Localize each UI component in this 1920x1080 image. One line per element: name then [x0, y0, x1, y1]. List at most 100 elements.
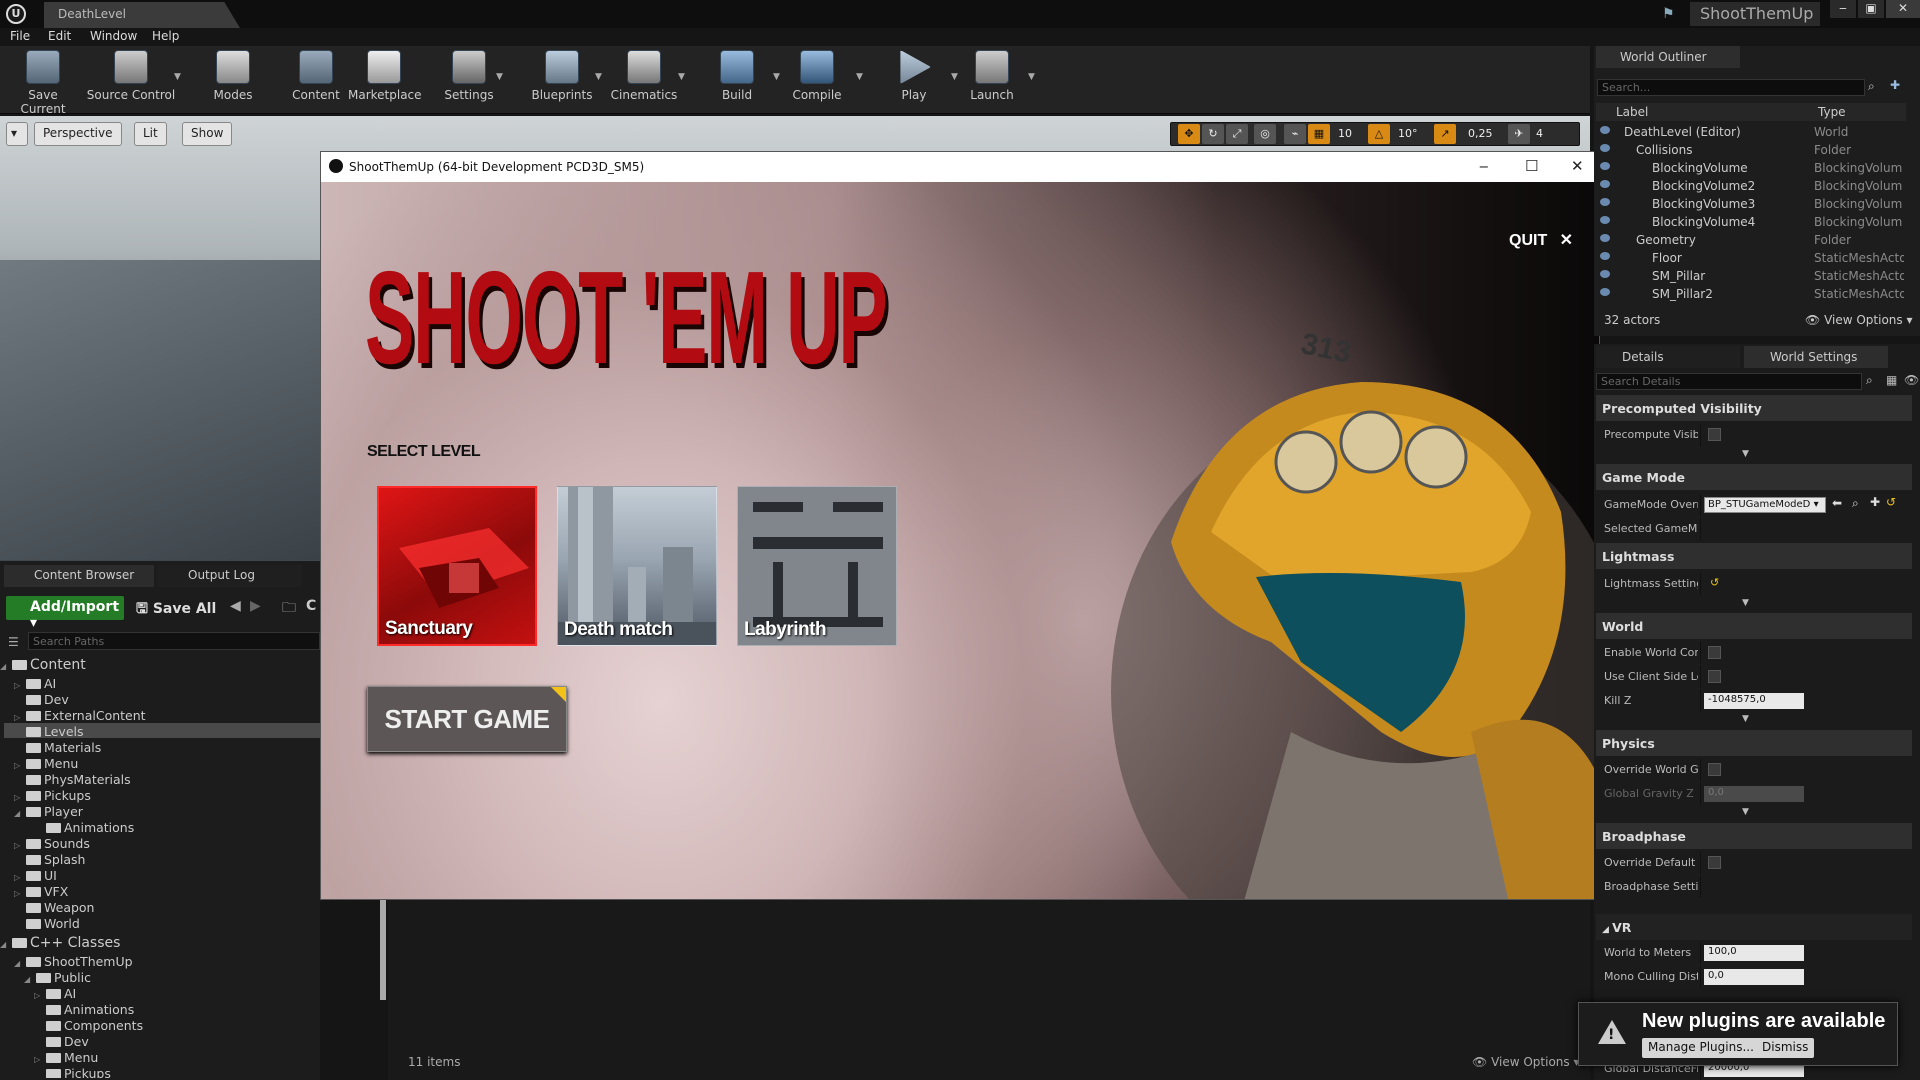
- close-button[interactable]: ✕: [1886, 0, 1920, 18]
- tree-folder-ai[interactable]: ▷ AI: [0, 676, 320, 692]
- rotation-snap-icon[interactable]: △: [1368, 124, 1390, 144]
- build-dropdown-icon[interactable]: ▼: [773, 72, 780, 82]
- global-gravity-z-input[interactable]: 0,0: [1704, 786, 1804, 802]
- section-world[interactable]: World: [1596, 613, 1912, 639]
- tree-cpp-animations[interactable]: Animations: [0, 1002, 320, 1018]
- game-close-button[interactable]: ✕: [1571, 157, 1584, 175]
- visibility-eye-icon[interactable]: [1600, 252, 1610, 260]
- search-paths-input[interactable]: Search Paths: [28, 632, 320, 650]
- quit-button[interactable]: QUIT ✕: [1509, 230, 1573, 250]
- level-card-sanctuary[interactable]: Sanctuary: [377, 486, 537, 646]
- tree-folder-materials[interactable]: Materials: [0, 740, 320, 756]
- outliner-row[interactable]: DeathLevel (Editor) World: [1596, 124, 1906, 142]
- scale-tool-icon[interactable]: ⤢: [1226, 124, 1248, 144]
- folder-path-icon[interactable]: 🗀: [282, 597, 296, 621]
- tree-folder-physmaterials[interactable]: PhysMaterials: [0, 772, 320, 788]
- tree-folder-animations[interactable]: Animations: [0, 820, 320, 836]
- tree-folder-splash[interactable]: Splash: [0, 852, 320, 868]
- visibility-eye-icon[interactable]: [1600, 180, 1610, 188]
- modes-button[interactable]: Modes: [204, 50, 262, 108]
- blueprints-dropdown-icon[interactable]: ▼: [595, 72, 602, 82]
- settings-dropdown-icon[interactable]: ▼: [496, 72, 503, 82]
- tree-cpp-ai[interactable]: ▷ AI: [0, 986, 320, 1002]
- grid-snap-icon[interactable]: ▦: [1308, 124, 1330, 144]
- outliner-row[interactable]: BlockingVolume4 BlockingVolum: [1596, 214, 1906, 232]
- reset-arrow-icon[interactable]: ↺: [1886, 495, 1896, 509]
- tab-world-settings[interactable]: World Settings: [1744, 346, 1888, 368]
- property-matrix-icon[interactable]: ▦: [1886, 373, 1897, 387]
- mono-culling-input[interactable]: 0,0: [1704, 969, 1804, 985]
- world-to-meters-input[interactable]: 100,0: [1704, 945, 1804, 961]
- outliner-row[interactable]: Floor StaticMeshActo: [1596, 250, 1906, 268]
- tree-folder-weapon[interactable]: Weapon: [0, 900, 320, 916]
- compile-button[interactable]: Compile: [790, 50, 844, 108]
- kill-z-input[interactable]: -1048575,0: [1704, 693, 1804, 709]
- translate-tool-icon[interactable]: ✥: [1178, 124, 1200, 144]
- tree-folder-externalcontent[interactable]: ▷ ExternalContent: [0, 708, 320, 724]
- forward-arrow-icon[interactable]: ▶: [250, 598, 261, 614]
- cinematics-dropdown-icon[interactable]: ▼: [678, 72, 685, 82]
- add-import-button[interactable]: Add/Import ▾: [6, 596, 124, 631]
- play-button[interactable]: Play: [888, 50, 940, 108]
- lit-button[interactable]: Lit: [134, 122, 167, 146]
- tab-details[interactable]: Details: [1596, 346, 1740, 368]
- tree-folder-sounds[interactable]: ▷ Sounds: [0, 836, 320, 852]
- tree-folder-vfx[interactable]: ▷ VFX: [0, 884, 320, 900]
- expand-arrow-icon[interactable]: ▼: [1742, 598, 1749, 608]
- outliner-search-input[interactable]: Search...: [1597, 79, 1865, 96]
- source-control-dropdown-icon[interactable]: ▼: [174, 72, 181, 82]
- back-arrow-icon[interactable]: ⬅: [1832, 496, 1842, 510]
- use-client-side-checkbox[interactable]: [1708, 670, 1721, 683]
- tree-folder-player[interactable]: ◢ Player: [0, 804, 320, 820]
- source-control-button[interactable]: Source Control: [86, 50, 176, 108]
- enable-world-composition-checkbox[interactable]: [1708, 646, 1721, 659]
- start-game-button[interactable]: START GAME: [367, 686, 567, 752]
- section-lightmass[interactable]: Lightmass: [1596, 543, 1912, 569]
- level-tab[interactable]: DeathLevel: [44, 2, 240, 28]
- details-search-input[interactable]: Search Details: [1596, 373, 1862, 390]
- visibility-eye-icon[interactable]: [1600, 126, 1610, 134]
- rotate-tool-icon[interactable]: ↻: [1202, 124, 1224, 144]
- section-precomputed-visibility[interactable]: Precomputed Visibility: [1596, 395, 1912, 421]
- tree-folder-dev[interactable]: Dev: [0, 692, 320, 708]
- content-tree-scrollbar[interactable]: [380, 900, 386, 1000]
- override-world-gravity-checkbox[interactable]: [1708, 763, 1721, 776]
- tree-folder-levels[interactable]: Levels: [0, 724, 320, 740]
- tree-cpp-pickups[interactable]: Pickups: [0, 1066, 320, 1078]
- tree-cpp-menu[interactable]: ▷ Menu: [0, 1050, 320, 1066]
- save-current-button[interactable]: Save Current: [4, 50, 82, 116]
- tree-cpp-shootthemup[interactable]: ◢ ShootThemUp: [0, 954, 320, 970]
- menu-edit[interactable]: Edit: [48, 29, 71, 43]
- add-icon[interactable]: ✚: [1870, 495, 1880, 509]
- gamemode-override-dropdown[interactable]: BP_STUGameModeD ▾: [1704, 497, 1826, 513]
- visibility-eye-icon[interactable]: [1600, 216, 1610, 224]
- tree-folder-pickups[interactable]: ▷ Pickups: [0, 788, 320, 804]
- content-view-options-button[interactable]: 👁 View Options ▾: [1472, 1055, 1580, 1069]
- outliner-row[interactable]: BlockingVolume2 BlockingVolum: [1596, 178, 1906, 196]
- camera-speed-value[interactable]: 4: [1536, 124, 1543, 144]
- tab-world-outliner[interactable]: World Outliner: [1596, 46, 1740, 68]
- browse-icon[interactable]: ⌕: [1852, 496, 1859, 511]
- outliner-row[interactable]: BlockingVolume3 BlockingVolum: [1596, 196, 1906, 214]
- build-button[interactable]: Build: [712, 50, 762, 108]
- tree-folder-world[interactable]: World: [0, 916, 320, 932]
- tree-cpp-dev[interactable]: Dev: [0, 1034, 320, 1050]
- game-maximize-button[interactable]: ☐: [1525, 157, 1538, 175]
- cinematics-button[interactable]: Cinematics: [608, 50, 680, 108]
- sources-toggle-icon[interactable]: ☰: [8, 635, 19, 649]
- menu-help[interactable]: Help: [152, 29, 179, 43]
- camera-speed-icon[interactable]: ✈: [1508, 124, 1530, 144]
- section-vr[interactable]: ◢ VR: [1596, 914, 1912, 940]
- visibility-eye-icon[interactable]: [1600, 234, 1610, 242]
- tree-folder-ui[interactable]: ▷ UI: [0, 868, 320, 884]
- section-game-mode[interactable]: Game Mode: [1596, 464, 1912, 490]
- maximize-button[interactable]: ▣: [1858, 0, 1884, 18]
- visibility-eye-icon[interactable]: [1600, 162, 1610, 170]
- grid-snap-value[interactable]: 10: [1338, 124, 1352, 144]
- tree-cpp-public[interactable]: ◢ Public: [0, 970, 320, 986]
- launch-button[interactable]: Launch: [966, 50, 1018, 108]
- settings-button[interactable]: Settings: [440, 50, 498, 108]
- outliner-row[interactable]: SM_Pillar2 StaticMeshActo: [1596, 286, 1906, 304]
- outliner-row[interactable]: Geometry Folder: [1596, 232, 1906, 250]
- section-broadphase[interactable]: Broadphase: [1596, 823, 1912, 849]
